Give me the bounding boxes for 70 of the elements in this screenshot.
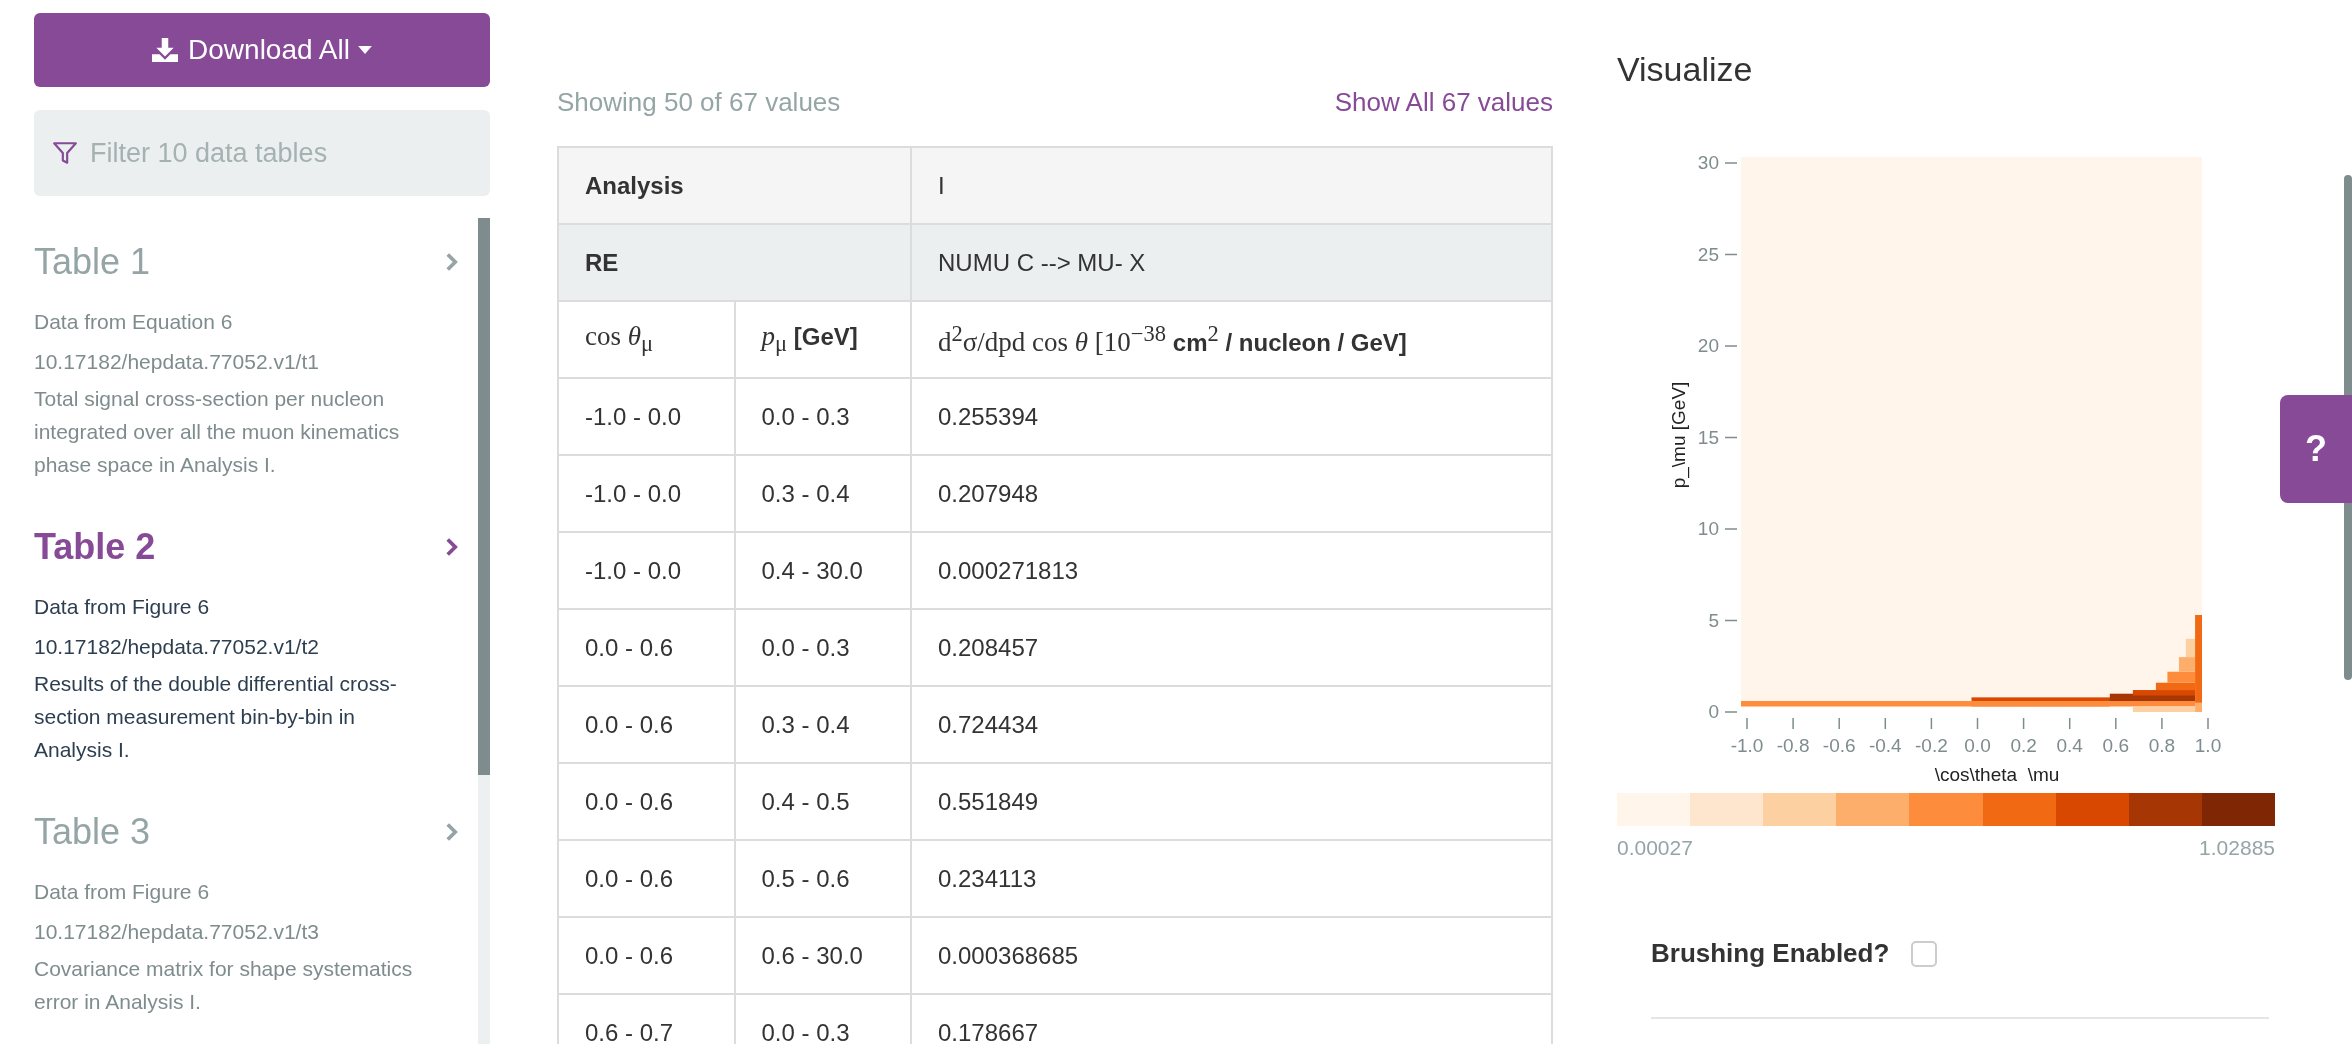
table-cell: -1.0 - 0.0 xyxy=(558,455,735,532)
table-cell: 0.5 - 0.6 xyxy=(734,840,911,917)
table-description: Total signal cross-section per nucleon integrated over all the muon kinematics phase space in Analysis I. xyxy=(34,386,401,478)
x-tick-label: 0.0 xyxy=(1964,735,1991,756)
brushing-label: Brushing Enabled? xyxy=(1651,938,1890,969)
show-all-link[interactable]: Show All 67 values xyxy=(1334,86,1553,118)
column-header: cos θ$_{μ}$ xyxy=(558,301,735,378)
table-cell: 0.0 - 0.6 xyxy=(558,609,735,686)
y-tick-label: 30 xyxy=(1697,152,1719,173)
filter-field[interactable]: Filter 10 data tables xyxy=(34,110,490,196)
table-description: Results of the double differential cross-section measurement bin-by-bin in Analysis I. xyxy=(34,671,398,763)
table-cell: 0.000271813 xyxy=(911,532,1552,609)
table-cell: 0.6 - 0.7 xyxy=(558,994,735,1044)
qualifier-name: Analysis xyxy=(558,147,911,224)
qualifier-name: RE xyxy=(558,224,911,301)
help-button[interactable]: ? xyxy=(2280,395,2352,503)
x-tick-label: 1.0 xyxy=(2194,735,2222,756)
table-cell: 0.6 - 30.0 xyxy=(734,917,911,994)
table-cell: 0.0 - 0.3 xyxy=(734,609,911,686)
table-cell: 0.3 - 0.4 xyxy=(734,455,911,532)
table-cell: 0.255394 xyxy=(911,378,1552,455)
table-cell: 0.207948 xyxy=(911,455,1552,532)
section-title: Visualize xyxy=(1617,50,1754,89)
table-source: Data from Equation 6 xyxy=(34,309,234,335)
qualifier-value: NUMU C --> MU- X xyxy=(911,224,1552,301)
y-axis-label: p_\mu [GeV] xyxy=(1668,381,1689,489)
table-cell: 0.4 - 0.5 xyxy=(734,763,911,840)
table-cell: 0.0 - 0.6 xyxy=(558,763,735,840)
x-tick-label: 0.8 xyxy=(2148,735,2176,756)
y-tick-label: 0 xyxy=(1708,701,1719,722)
column-header: p$_{μ}$ [GeV] xyxy=(734,301,911,378)
table-description: Covariance matrix for shape systematics error in Analysis I. xyxy=(34,956,414,1015)
table-doi: 10.17182/hepdata.77052.v1/t1 xyxy=(34,349,320,375)
y-tick-label: 25 xyxy=(1697,243,1719,265)
table-doi: 10.17182/hepdata.77052.v1/t2 xyxy=(34,634,320,660)
x-tick-label: -0.2 xyxy=(1915,735,1948,756)
values-count: Showing 50 of 67 values xyxy=(557,86,841,118)
x-tick-label: -1.0 xyxy=(1730,735,1764,756)
table-cell: 0.724434 xyxy=(911,686,1552,763)
table-cell: 0.0 - 0.6 xyxy=(558,917,735,994)
table-cell: 0.0 - 0.6 xyxy=(558,686,735,763)
table-cell: 0.208457 xyxy=(911,609,1552,686)
table-source: Data from Figure 6 xyxy=(34,879,211,905)
scale-min-label: 0.00027 xyxy=(1617,836,1693,860)
y-tick-label: 15 xyxy=(1697,426,1719,448)
x-tick-label: -0.6 xyxy=(1822,735,1856,756)
table-cell: 0.0 - 0.6 xyxy=(558,840,735,917)
x-tick-label: 0.4 xyxy=(2056,735,2083,756)
table-cell: -1.0 - 0.0 xyxy=(558,532,735,609)
table-cell: 0.551849 xyxy=(911,763,1552,840)
table-cell: 0.0 - 0.3 xyxy=(734,378,911,455)
y-tick-label: 10 xyxy=(1697,518,1719,539)
y-tick-label: 20 xyxy=(1697,335,1719,356)
table-cell: 0.234113 xyxy=(911,840,1552,917)
x-tick-label: 0.2 xyxy=(2010,735,2037,756)
y-tick-label: 5 xyxy=(1708,609,1719,631)
table-cell: 0.3 - 0.4 xyxy=(734,686,911,763)
table-link[interactable]: Table 2 xyxy=(34,526,156,568)
x-tick-label: -0.4 xyxy=(1868,735,1902,756)
download-all-button[interactable]: Download All xyxy=(34,13,490,87)
table-cell: 0.000368685 xyxy=(911,917,1552,994)
qualifier-value: I xyxy=(911,147,1552,224)
x-tick-label: 0.6 xyxy=(2102,735,2129,756)
table-doi: 10.17182/hepdata.77052.v1/t3 xyxy=(34,919,320,945)
table-source: Data from Figure 6 xyxy=(34,594,211,620)
x-axis-label: \cos\theta \mu xyxy=(1934,764,2060,785)
x-tick-label: -0.8 xyxy=(1776,735,1810,756)
scale-max-label: 1.02885 xyxy=(2199,836,2275,860)
table-cell: 0.4 - 30.0 xyxy=(734,532,911,609)
table-cell: -1.0 - 0.0 xyxy=(558,378,735,455)
